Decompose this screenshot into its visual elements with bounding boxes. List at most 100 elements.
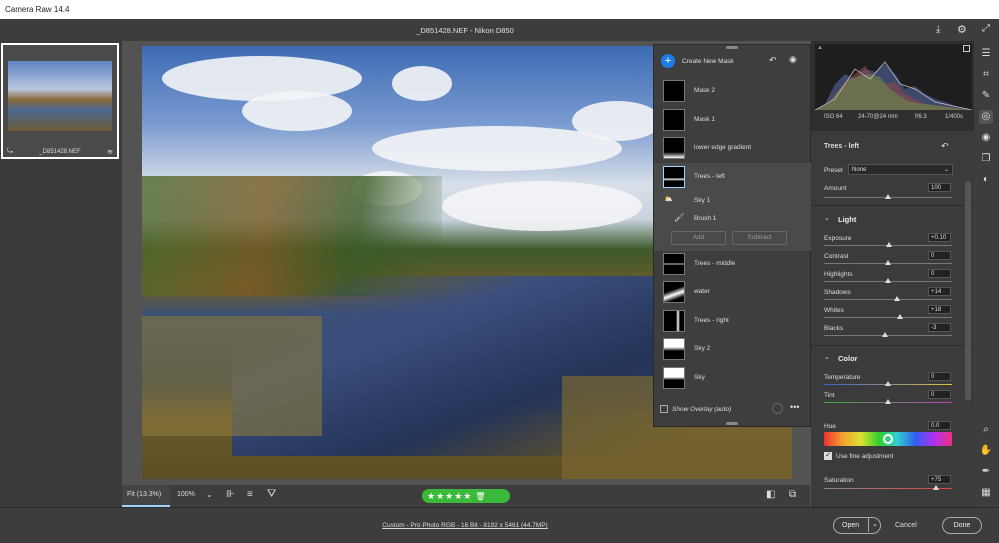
mask-item-selected[interactable]: Trees - left ⛅ Sky 1 🖌 Brush 1 Add Subtr… (654, 163, 811, 251)
filter-icon[interactable]: ⛛ (267, 488, 276, 501)
tool-strip: ☰ ⌗ ✎ ◎ ◉ ❐ ◐ ⌕ ✋ ✒ ▦ (974, 41, 999, 507)
filmstrip-thumbnail[interactable]: ⤿ _D851428.NEF ≋ (1, 43, 119, 159)
light-slider-value[interactable]: -3 (928, 323, 951, 332)
subtract-button[interactable]: Subtract (732, 231, 787, 245)
amount-value[interactable]: 100 (928, 183, 951, 192)
color-sampler-icon[interactable]: ✒ (979, 465, 993, 479)
add-button[interactable]: Add (671, 231, 726, 245)
slider-knob[interactable] (897, 314, 903, 319)
before-after-icon[interactable]: ◧ (766, 489, 775, 500)
submask-label[interactable]: Brush 1 (694, 215, 716, 222)
mask-item[interactable]: Trees - right (654, 307, 811, 335)
workflow-options-link[interactable]: Custom - Pro Photo RGB - 16 Bit - 8192 x… (0, 522, 930, 529)
fit-zoom-button[interactable]: Fit (13.3%) (122, 485, 170, 507)
create-mask-icon[interactable]: + (661, 54, 675, 68)
mask-item[interactable]: Sky 2 (654, 335, 811, 363)
shadow-clip-icon[interactable]: ▲ (817, 45, 823, 51)
panel-resize-handle[interactable] (726, 422, 738, 425)
slider-knob[interactable] (885, 278, 891, 283)
light-slider-value[interactable]: +14 (928, 287, 951, 296)
panel-drag-handle[interactable] (726, 46, 738, 49)
snapshots-icon[interactable]: ❐ (979, 152, 993, 166)
fine-adjust-checkbox[interactable]: ✓ (824, 452, 832, 460)
zoom-100-button[interactable]: 100% (177, 491, 195, 498)
saturation-value[interactable]: +75 (928, 475, 951, 484)
zoom-icon[interactable]: ⌕ (979, 423, 993, 437)
panel-scrollbar[interactable] (965, 181, 971, 401)
hue-picker-knob[interactable] (883, 434, 893, 444)
slider-knob[interactable] (933, 485, 939, 490)
open-button[interactable]: Open ⌄ (833, 517, 881, 534)
light-slider-value[interactable]: 0 (928, 269, 951, 278)
highlight-clip-icon[interactable] (963, 45, 970, 52)
slider-knob[interactable] (882, 332, 888, 337)
chevron-down-icon[interactable]: ⌄ (824, 214, 830, 222)
light-slider-value[interactable]: +0.10 (928, 233, 951, 242)
light-slider[interactable] (824, 260, 952, 265)
mask-item[interactable]: Sky (654, 364, 811, 392)
cancel-button[interactable]: Cancel (895, 522, 917, 529)
slider-knob[interactable] (885, 260, 891, 265)
temperature-slider[interactable] (824, 381, 952, 386)
presets-icon[interactable]: ◐ (979, 173, 993, 187)
mask-item[interactable]: Trees - middle (654, 250, 811, 278)
light-slider[interactable] (824, 278, 952, 283)
sort-icon[interactable]: ≡ (247, 489, 253, 500)
done-button[interactable]: Done (942, 517, 982, 534)
reset-mask-icon[interactable]: ↶ (941, 141, 949, 152)
overlay-color-swatch[interactable] (772, 403, 783, 414)
show-overlay-checkbox[interactable] (660, 405, 668, 413)
chevron-down-icon: ⌄ (943, 167, 949, 173)
light-section-header[interactable]: Light (838, 215, 856, 224)
visibility-icon[interactable]: ◉ (789, 54, 797, 65)
hue-color-bar[interactable] (824, 432, 952, 446)
light-slider-value[interactable]: +18 (928, 305, 951, 314)
mask-thumbnail (663, 367, 685, 389)
save-icon[interactable]: ⤓ (936, 24, 940, 35)
zoom-dropdown-icon[interactable]: ⌄ (206, 490, 213, 499)
healing-icon[interactable]: ✎ (979, 89, 993, 103)
filmstrip-toggle-icon[interactable]: ⊪ (226, 489, 235, 500)
grid-icon[interactable]: ▦ (979, 486, 993, 500)
temperature-value[interactable]: 0 (928, 372, 951, 381)
tint-value[interactable]: 0 (928, 390, 951, 399)
more-options-icon[interactable]: ••• (790, 402, 799, 412)
chevron-down-icon[interactable]: ⌄ (824, 353, 830, 361)
mask-item[interactable]: water (654, 278, 811, 306)
submask-label[interactable]: Sky 1 (694, 197, 710, 204)
light-slider-value[interactable]: 0 (928, 251, 951, 260)
slider-knob[interactable] (886, 242, 892, 247)
reset-icon[interactable]: ↶ (769, 55, 777, 66)
star-rating[interactable]: ★★★★★ (427, 491, 472, 501)
slider-knob[interactable] (885, 194, 891, 199)
mask-item[interactable]: Mask 2 (654, 77, 811, 105)
masking-icon[interactable]: ◎ (979, 110, 993, 124)
mask-item[interactable]: lower edge gradient (654, 134, 811, 162)
color-section-header[interactable]: Color (838, 354, 858, 363)
light-slider[interactable] (824, 242, 952, 247)
light-slider[interactable] (824, 296, 952, 301)
trash-icon[interactable]: 🗑 (475, 492, 486, 501)
light-slider[interactable] (824, 314, 952, 319)
amount-slider[interactable] (824, 194, 952, 199)
fullscreen-icon[interactable]: ⤢ (982, 23, 990, 34)
saturation-slider[interactable] (824, 485, 952, 490)
hue-value[interactable]: 0.0 (928, 421, 951, 430)
red-eye-icon[interactable]: ◉ (979, 131, 993, 145)
gear-icon[interactable]: ⚙ (957, 23, 967, 36)
chevron-down-icon[interactable]: ⌄ (868, 517, 878, 532)
tint-slider[interactable] (824, 399, 952, 404)
slider-knob[interactable] (885, 399, 891, 404)
crop-icon[interactable]: ⌗ (979, 68, 993, 82)
light-slider[interactable] (824, 332, 952, 337)
create-new-mask-label[interactable]: Create New Mask (682, 58, 734, 65)
preset-dropdown[interactable]: None ⌄ (848, 164, 953, 175)
slider-knob[interactable] (894, 296, 900, 301)
mask-item[interactable]: Mask 1 (654, 106, 811, 134)
split-view-icon[interactable]: ⧉ (789, 489, 796, 500)
rating-stars[interactable]: ★★★★★ 🗑 (422, 489, 510, 503)
edit-sliders-icon[interactable]: ☰ (979, 47, 993, 61)
slider-knob[interactable] (885, 381, 891, 386)
filmstrip: ⤿ _D851428.NEF ≋ (0, 41, 122, 507)
hand-icon[interactable]: ✋ (979, 444, 993, 458)
